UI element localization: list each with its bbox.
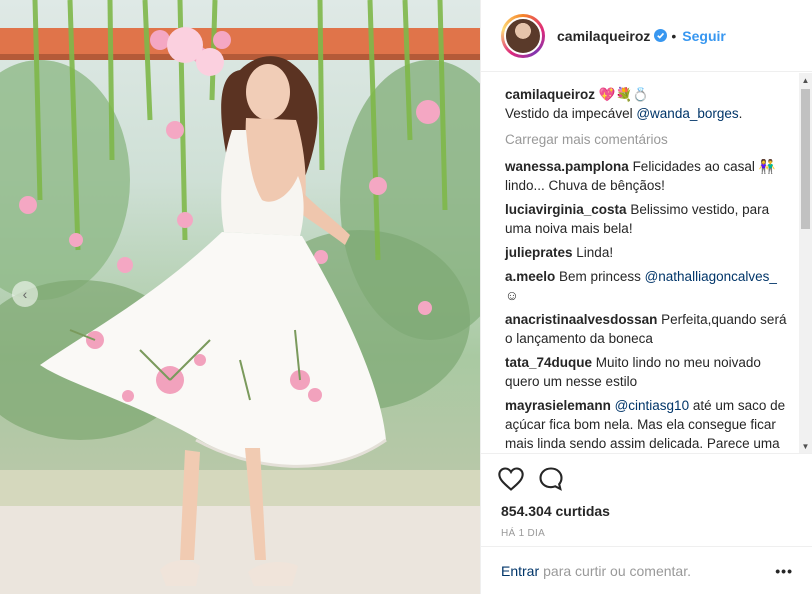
post-photo[interactable]: ‹ [0, 0, 480, 594]
avatar-image [504, 16, 542, 55]
caption-suffix: . [738, 106, 743, 121]
comment-item: julieprates Linda! [505, 243, 789, 262]
login-link[interactable]: Entrar [501, 563, 539, 579]
comment-username[interactable]: tata_74duque [505, 355, 592, 370]
comment-item: a.meelo Bem princess @nathalliagoncalves… [505, 267, 789, 305]
post-timestamp[interactable]: HÁ 1 DIA [497, 528, 797, 539]
caption-mention[interactable]: @wanda_borges [636, 106, 738, 121]
comment-item: wanessa.pamplona Felicidades ao casal 👫 … [505, 157, 789, 195]
verified-icon [654, 29, 668, 42]
header-username[interactable]: camilaqueiroz [557, 28, 650, 44]
comments-scrollbar[interactable]: ▲ ▼ [799, 73, 812, 453]
post-actions: 854.304 curtidas HÁ 1 DIA [481, 453, 812, 539]
comment-item: luciavirginia_costa Belissimo vestido, p… [505, 200, 789, 238]
caption-text: Vestido da impecável [505, 106, 637, 121]
comment-item: tata_74duque Muito lindo no meu noivado … [505, 353, 789, 391]
comment-text: Bem princess [559, 269, 645, 284]
post-header: camilaqueiroz • Seguir [481, 0, 812, 72]
comment-tail: ☺ [505, 288, 519, 303]
comment-mention[interactable]: @nathalliagoncalves_ [645, 269, 777, 284]
comment-mention[interactable]: @cintiasg10 [615, 398, 690, 413]
follow-button[interactable]: Seguir [682, 28, 726, 44]
comment-username[interactable]: luciavirginia_costa [505, 202, 627, 217]
caption-username[interactable]: camilaqueiroz [505, 87, 595, 102]
comment-item: anacristinaalvesdossan Perfeita,quando s… [505, 310, 789, 348]
post-side-panel: camilaqueiroz • Seguir camilaqueiroz 💖💐💍… [480, 0, 812, 594]
comment-username[interactable]: julieprates [505, 245, 573, 260]
scroll-up-arrow-icon[interactable]: ▲ [799, 73, 812, 87]
comment-username[interactable]: anacristinaalvesdossan [505, 312, 657, 327]
chevron-left-icon: ‹ [22, 286, 28, 302]
previous-photo-button[interactable]: ‹ [12, 281, 38, 307]
comment-username[interactable]: mayrasielemann [505, 398, 611, 413]
caption-emoji: 💖💐💍 [598, 87, 650, 102]
heart-icon[interactable] [497, 465, 525, 493]
comment-bar: Entrar para curtir ou comentar. ••• [481, 546, 812, 594]
comment-text: Linda! [576, 245, 614, 260]
more-options-icon[interactable]: ••• [775, 563, 793, 579]
comment-item: mayrasielemann @cintiasg10 até um saco d… [505, 396, 789, 453]
load-more-comments-button[interactable]: Carregar mais comentários [505, 130, 789, 149]
comments-list[interactable]: camilaqueiroz 💖💐💍 Vestido da impecável @… [481, 73, 812, 453]
scroll-down-arrow-icon[interactable]: ▼ [799, 439, 812, 453]
comment-icon[interactable] [537, 465, 565, 493]
comment-username[interactable]: a.meelo [505, 269, 555, 284]
likes-count[interactable]: 854.304 curtidas [497, 503, 797, 519]
photo-illustration [0, 0, 480, 594]
avatar[interactable] [501, 13, 545, 58]
header-separator: • [671, 27, 677, 44]
comment-prompt: para curtir ou comentar. [543, 562, 691, 579]
comment-username[interactable]: wanessa.pamplona [505, 159, 629, 174]
caption: camilaqueiroz 💖💐💍 Vestido da impecável @… [505, 85, 789, 123]
scrollbar-thumb[interactable] [801, 89, 810, 229]
